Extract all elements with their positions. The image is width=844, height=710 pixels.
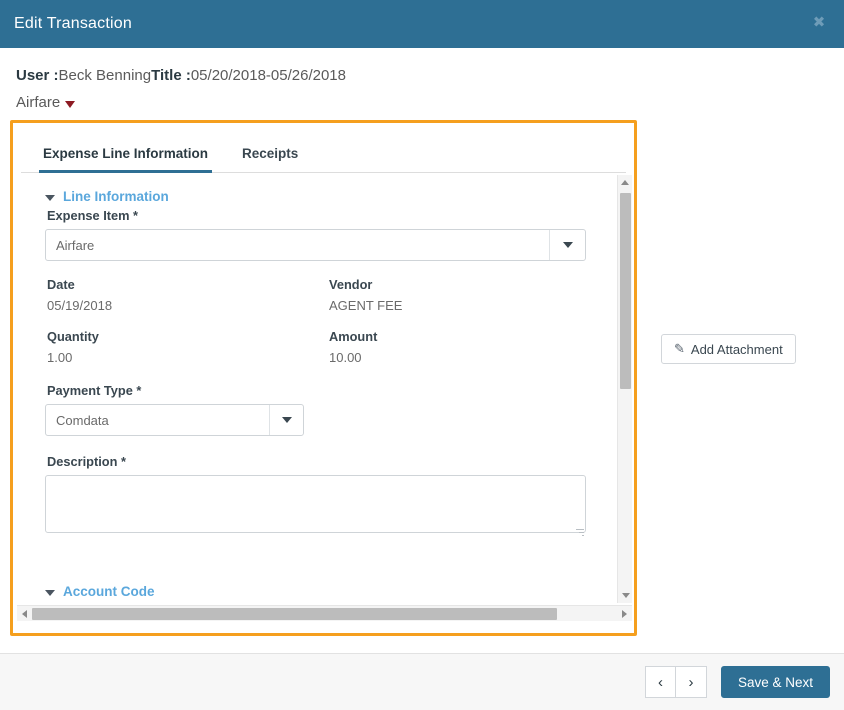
horizontal-scroll-track[interactable] [32, 607, 617, 621]
tab-receipts[interactable]: Receipts [238, 138, 302, 173]
expense-category-label: Airfare [16, 94, 61, 111]
section-account-code-label: Account Code [63, 584, 155, 599]
caret-down-icon[interactable] [65, 101, 76, 108]
meta-user-title-line: User :Beck BenningTitle :05/20/2018-05/2… [16, 66, 844, 86]
expense-item-value: Airfare [56, 237, 95, 253]
vendor-value: AGENT FEE [329, 298, 403, 313]
quantity-amount-row: Quantity 1.00 Amount 10.00 [45, 329, 597, 365]
save-and-next-button[interactable]: Save & Next [720, 666, 830, 698]
date-label: Date [47, 277, 75, 292]
record-nav-group: ‹ › [644, 666, 707, 698]
user-label: User : [16, 67, 59, 84]
scroll-right-icon[interactable] [617, 609, 632, 618]
horizontal-scroll-thumb[interactable] [32, 607, 557, 620]
form-scroll-region: Line Information Expense Item * Airfare … [17, 175, 632, 621]
chevron-down-icon [45, 194, 55, 201]
form-content: Line Information Expense Item * Airfare … [17, 175, 613, 603]
section-account-code-strip: Account Code [17, 584, 613, 603]
title-value: 05/20/2018-05/26/2018 [190, 67, 346, 84]
section-line-information[interactable]: Line Information [45, 189, 597, 204]
vertical-scrollbar[interactable] [617, 175, 632, 603]
transaction-meta: User :Beck BenningTitle :05/20/2018-05/2… [0, 48, 844, 111]
expense-category-selector[interactable]: Airfare [16, 94, 844, 111]
chevron-down-icon[interactable] [269, 405, 303, 435]
scroll-up-icon[interactable] [618, 175, 632, 190]
expense-item-select[interactable]: Airfare [45, 229, 586, 261]
edit-transaction-modal: Edit Transaction ✖ User :Beck BenningTit… [0, 0, 844, 710]
add-attachment-label: Add Attachment [690, 341, 783, 357]
user-value: Beck Benning [58, 67, 152, 84]
payment-type-select[interactable]: Comdata [45, 404, 304, 436]
paperclip-icon: ✎ [674, 341, 685, 356]
amount-value: 10.00 [329, 350, 362, 365]
amount-field: Amount 10.00 [327, 329, 377, 365]
modal-footer: ‹ › Save & Next [0, 653, 844, 710]
chevron-down-icon[interactable] [549, 230, 585, 260]
quantity-value: 1.00 [47, 350, 73, 365]
scroll-down-icon[interactable] [618, 588, 633, 603]
quantity-field: Quantity 1.00 [45, 329, 327, 365]
date-value: 05/19/2018 [47, 298, 113, 313]
payment-type-label: Payment Type * [47, 383, 142, 398]
description-input[interactable] [45, 475, 586, 533]
amount-label: Amount [329, 329, 378, 344]
title-label: Title : [151, 67, 191, 84]
scroll-left-icon[interactable] [17, 609, 32, 618]
tab-bar: Expense Line Information Receipts [21, 133, 626, 173]
date-field: Date 05/19/2018 [45, 277, 327, 313]
date-vendor-row: Date 05/19/2018 Vendor AGENT FEE [45, 277, 597, 313]
vertical-scroll-thumb[interactable] [620, 193, 631, 389]
horizontal-scrollbar[interactable] [17, 605, 632, 621]
previous-record-button[interactable]: ‹ [644, 666, 676, 698]
modal-titlebar: Edit Transaction ✖ [0, 0, 844, 48]
close-icon[interactable]: ✖ [808, 12, 830, 34]
description-label: Description * [47, 454, 126, 469]
vendor-label: Vendor [329, 277, 373, 292]
expense-item-label: Expense Item * [47, 208, 139, 223]
vendor-field: Vendor AGENT FEE [327, 277, 402, 313]
payment-type-value: Comdata [56, 412, 109, 428]
section-account-code[interactable]: Account Code [45, 584, 613, 599]
next-record-button[interactable]: › [675, 666, 707, 698]
tab-expense-line-information[interactable]: Expense Line Information [39, 138, 213, 173]
chevron-down-icon [45, 589, 55, 596]
modal-title: Edit Transaction [14, 15, 132, 32]
add-attachment-button[interactable]: ✎ Add Attachment [661, 334, 796, 364]
expense-line-panel: Expense Line Information Receipts Line I… [10, 120, 637, 636]
quantity-label: Quantity [47, 329, 99, 344]
section-line-information-label: Line Information [63, 189, 169, 204]
